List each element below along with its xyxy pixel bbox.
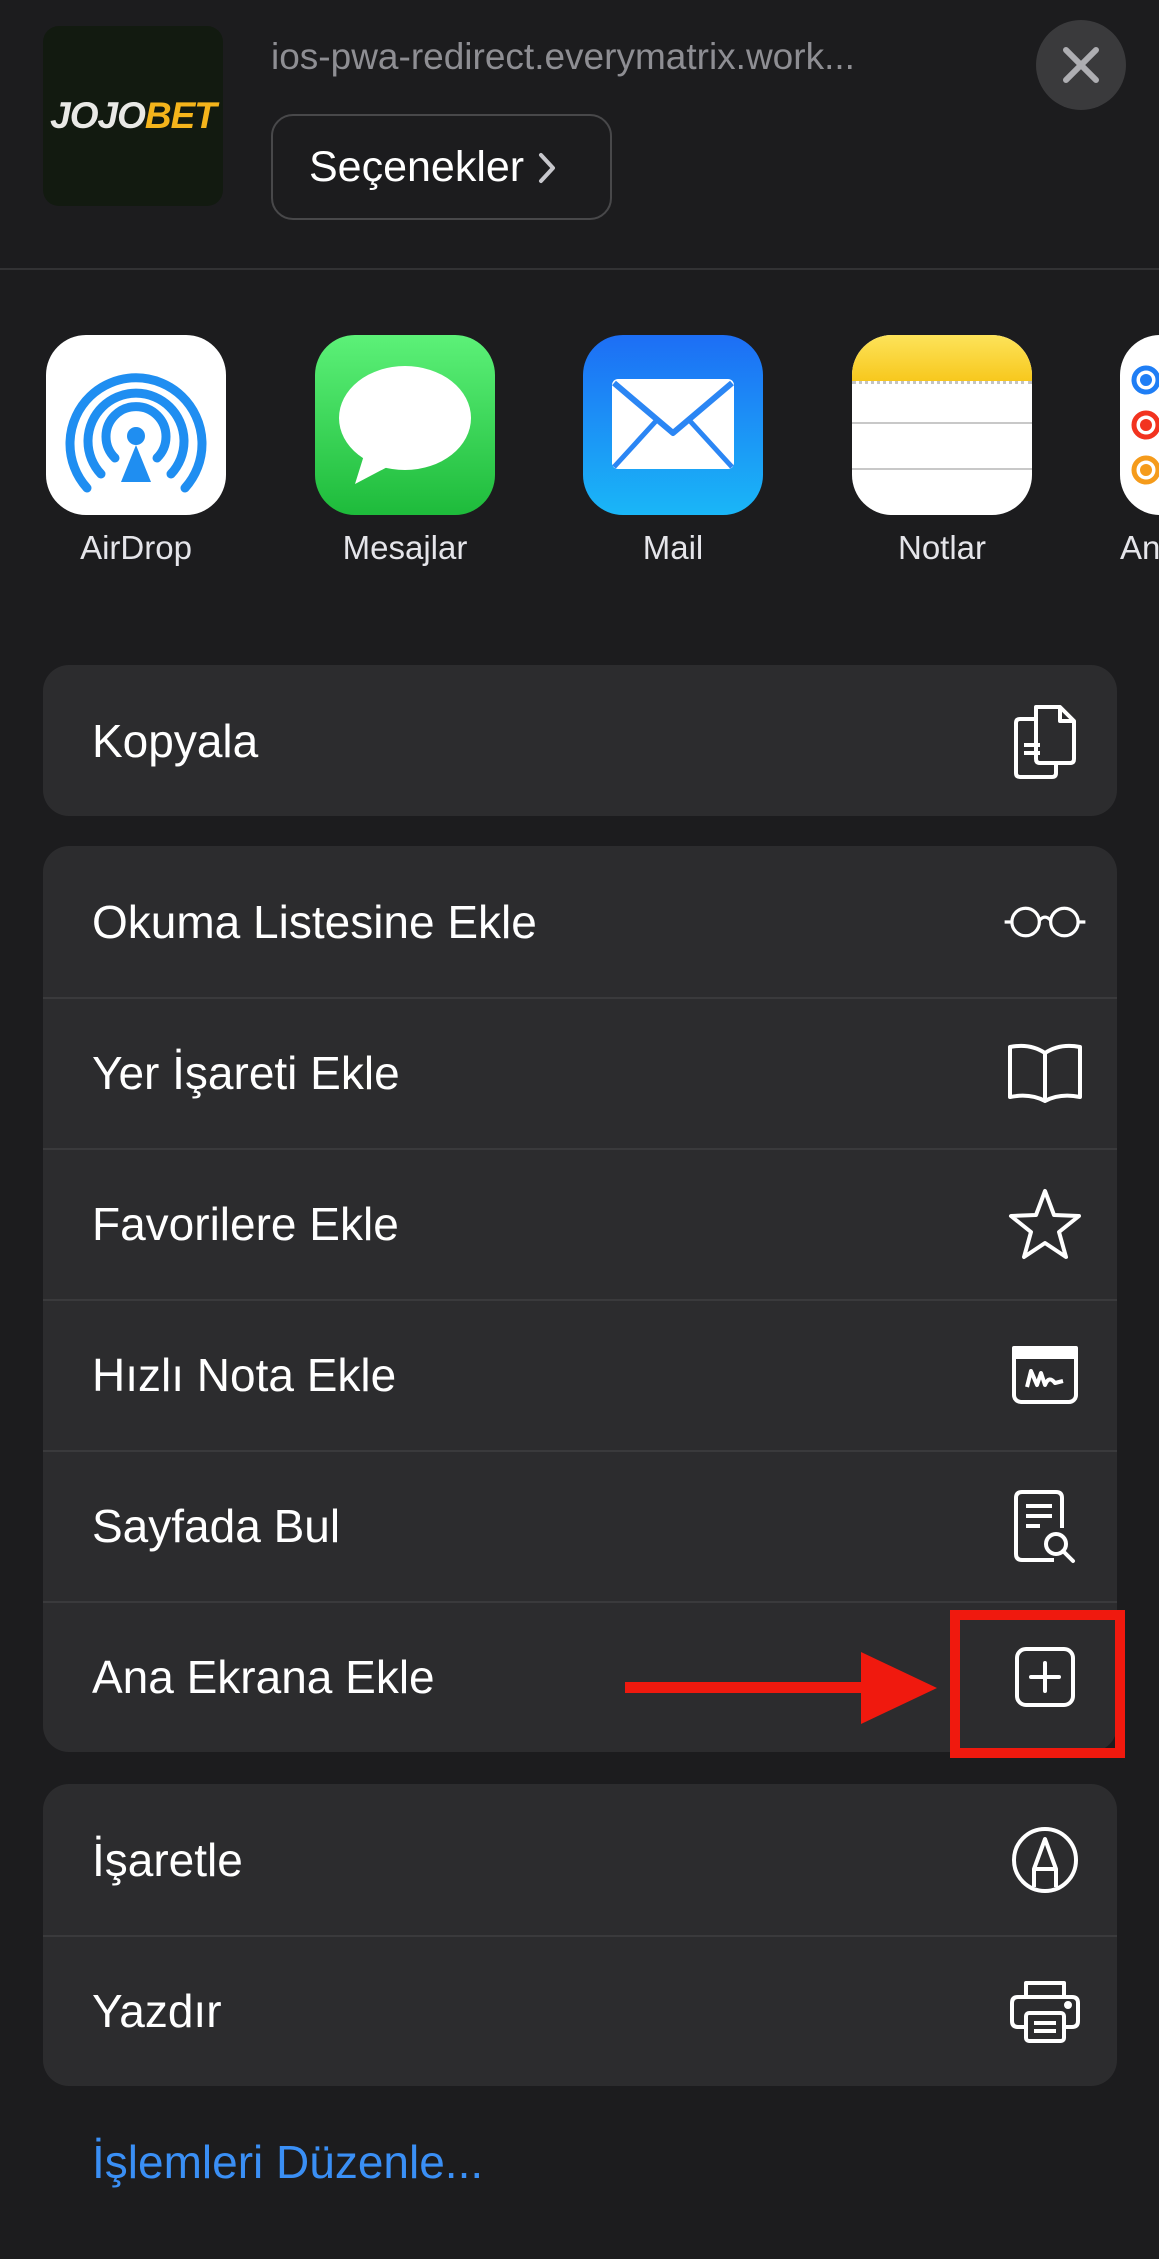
action-label: Okuma Listesine Ekle [92,895,537,948]
app-notes[interactable]: Notlar [852,335,1032,567]
action-markup[interactable]: İşaretle [43,1784,1117,1935]
share-apps-row: AirDrop Mesajlar Mail Notlar An [0,335,1159,575]
xmark-icon [1063,47,1099,83]
site-thumbnail: JOJOBET [43,26,223,206]
star-icon [1003,1182,1087,1266]
annotation-arrow [625,1652,937,1724]
glasses-icon [1003,880,1087,964]
share-sheet: JOJOBET ios-pwa-redirect.everymatrix.wor… [0,0,1159,2259]
action-group-1: Kopyala [43,665,1117,816]
mail-icon [583,335,763,515]
app-label: Anı [1120,529,1159,566]
quick-note-icon [1003,1333,1087,1417]
action-label: Yazdır [92,1984,222,2037]
action-label: Ana Ekrana Ekle [92,1650,435,1703]
app-messages[interactable]: Mesajlar [315,335,495,567]
action-label: İşaretle [92,1833,243,1886]
notes-icon [852,335,1032,515]
action-label: Hızlı Nota Ekle [92,1348,397,1401]
action-print[interactable]: Yazdır [43,1935,1117,2086]
app-label: AirDrop [80,529,192,566]
action-label: Sayfada Bul [92,1499,341,1552]
action-label: Favorilere Ekle [92,1197,399,1250]
close-button[interactable] [1036,20,1126,110]
action-add-quick-note[interactable]: Hızlı Nota Ekle [43,1299,1117,1450]
action-group-3: İşaretle Yazdır [43,1784,1117,2086]
markup-icon [1003,1818,1087,1902]
app-label: Mail [642,529,704,566]
logo-text-part2: BET [144,95,217,136]
chevron-right-icon [539,153,556,183]
action-add-bookmark[interactable]: Yer İşareti Ekle [43,997,1117,1148]
action-label: Kopyala [92,714,259,767]
options-button[interactable]: Seçenekler [271,114,612,220]
copy-icon [1003,699,1087,783]
logo-text-part1: JOJO [50,95,146,136]
app-airdrop[interactable]: AirDrop [46,335,226,567]
action-label: Yer İşareti Ekle [92,1046,400,1099]
app-reminders[interactable]: Anı [1120,335,1159,567]
share-header: JOJOBET ios-pwa-redirect.everymatrix.wor… [0,0,1159,270]
edit-actions-link[interactable]: İşlemleri Düzenle... [92,2135,483,2189]
app-label: Mesajlar [342,529,468,566]
page-url: ios-pwa-redirect.everymatrix.work... [271,36,855,77]
action-add-favorites[interactable]: Favorilere Ekle [43,1148,1117,1299]
messages-icon [315,335,495,515]
annotation-highlight-box [950,1610,1125,1758]
site-logo: JOJOBET [50,95,217,137]
action-find-on-page[interactable]: Sayfada Bul [43,1450,1117,1601]
app-mail[interactable]: Mail [583,335,763,567]
action-add-reading-list[interactable]: Okuma Listesine Ekle [43,846,1117,997]
airdrop-icon [46,335,226,515]
reminders-icon [1120,335,1159,515]
options-button-label: Seçenekler [309,142,525,191]
find-in-page-icon [1003,1484,1087,1568]
app-label: Notlar [897,529,987,566]
printer-icon [1003,1969,1087,2053]
book-icon [1003,1031,1087,1115]
action-copy[interactable]: Kopyala [43,665,1117,816]
